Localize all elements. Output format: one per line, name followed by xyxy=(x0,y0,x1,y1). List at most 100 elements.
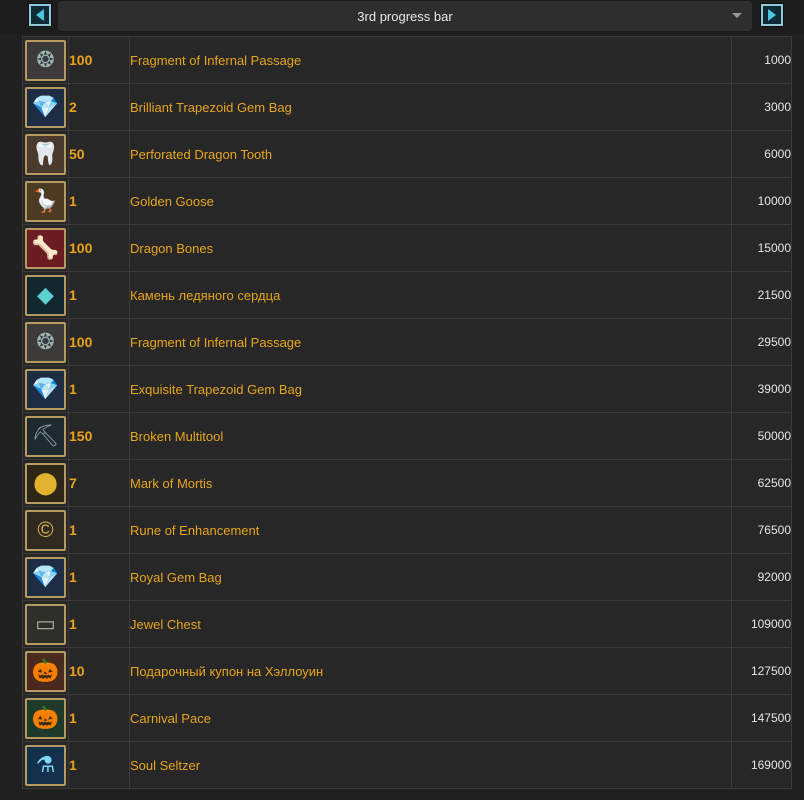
table-row: 💎 2 Brilliant Trapezoid Gem Bag 3000 xyxy=(22,83,792,131)
table-row: ◆ 1 Камень ледяного сердца 21500 xyxy=(22,271,792,319)
item-points: 92000 xyxy=(731,553,792,601)
carnival-pace-icon: 🎃 xyxy=(25,697,66,739)
item-icon-cell: ⚗ xyxy=(22,741,69,789)
item-quantity: 1 xyxy=(68,694,130,742)
soul-seltzer-icon: ⚗ xyxy=(25,744,66,786)
gem-bag-icon: 💎 xyxy=(25,86,66,128)
item-points: 21500 xyxy=(731,271,792,319)
item-points: 127500 xyxy=(731,647,792,695)
item-quantity: 50 xyxy=(68,130,130,178)
dragon-bones-icon: 🦴 xyxy=(25,227,66,269)
table-row: © 1 Rune of Enhancement 76500 xyxy=(22,506,792,554)
item-name: Камень ледяного сердца xyxy=(129,271,732,319)
item-points: 169000 xyxy=(731,741,792,789)
chevron-down-icon xyxy=(732,13,742,18)
multitool-icon: ⛏ xyxy=(25,415,66,457)
item-icon-cell: 💎 xyxy=(22,365,69,413)
item-icon-cell: 🦴 xyxy=(22,224,69,272)
item-icon-cell: ▭ xyxy=(22,600,69,648)
dragon-tooth-icon: 🦷 xyxy=(25,133,66,175)
item-name: Broken Multitool xyxy=(129,412,732,460)
table-row: ▭ 1 Jewel Chest 109000 xyxy=(22,600,792,648)
arrow-left-icon xyxy=(36,9,44,21)
item-icon-cell: © xyxy=(22,506,69,554)
item-icon-cell: ⛏ xyxy=(22,412,69,460)
item-points: 3000 xyxy=(731,83,792,131)
item-points: 39000 xyxy=(731,365,792,413)
item-quantity: 100 xyxy=(68,318,130,366)
item-points: 76500 xyxy=(731,506,792,554)
infernal-fragment-icon: ❂ xyxy=(25,39,66,81)
previous-arrow-button[interactable] xyxy=(29,4,51,26)
item-quantity: 1 xyxy=(68,553,130,601)
item-quantity: 1 xyxy=(68,177,130,225)
item-quantity: 1 xyxy=(68,271,130,319)
item-icon-cell: 💎 xyxy=(22,83,69,131)
item-name: Mark of Mortis xyxy=(129,459,732,507)
item-points: 1000 xyxy=(731,36,792,84)
item-quantity: 1 xyxy=(68,741,130,789)
item-quantity: 150 xyxy=(68,412,130,460)
item-points: 109000 xyxy=(731,600,792,648)
table-row: ⚗ 1 Soul Seltzer 169000 xyxy=(22,741,792,789)
item-points: 6000 xyxy=(731,130,792,178)
top-bar: 3rd progress bar xyxy=(0,0,804,34)
item-name: Perforated Dragon Tooth xyxy=(129,130,732,178)
table-row: ❂ 100 Fragment of Infernal Passage 29500 xyxy=(22,318,792,366)
item-points: 29500 xyxy=(731,318,792,366)
item-quantity: 1 xyxy=(68,600,130,648)
item-icon-cell: ⬤ xyxy=(22,459,69,507)
item-quantity: 7 xyxy=(68,459,130,507)
item-icon-cell: ❂ xyxy=(22,318,69,366)
item-icon-cell: 💎 xyxy=(22,553,69,601)
item-points: 15000 xyxy=(731,224,792,272)
item-name: Golden Goose xyxy=(129,177,732,225)
table-row: 🎃 1 Carnival Pace 147500 xyxy=(22,694,792,742)
table-row: ❂ 100 Fragment of Infernal Passage 1000 xyxy=(22,36,792,84)
table-row: 💎 1 Royal Gem Bag 92000 xyxy=(22,553,792,601)
mark-of-mortis-icon: ⬤ xyxy=(25,462,66,504)
item-name: Dragon Bones xyxy=(129,224,732,272)
table-row: 💎 1 Exquisite Trapezoid Gem Bag 39000 xyxy=(22,365,792,413)
item-name: Brilliant Trapezoid Gem Bag xyxy=(129,83,732,131)
ice-heart-stone-icon: ◆ xyxy=(25,274,66,316)
progress-bar-select[interactable]: 3rd progress bar xyxy=(58,1,752,31)
item-quantity: 100 xyxy=(68,36,130,84)
item-quantity: 1 xyxy=(68,506,130,554)
item-quantity: 1 xyxy=(68,365,130,413)
table-row: 🪿 1 Golden Goose 10000 xyxy=(22,177,792,225)
item-name: Carnival Pace xyxy=(129,694,732,742)
item-name: Soul Seltzer xyxy=(129,741,732,789)
item-quantity: 10 xyxy=(68,647,130,695)
jewel-chest-icon: ▭ xyxy=(25,603,66,645)
golden-goose-icon: 🪿 xyxy=(25,180,66,222)
rune-icon: © xyxy=(25,509,66,551)
item-name: Fragment of Infernal Passage xyxy=(129,36,732,84)
item-points: 10000 xyxy=(731,177,792,225)
item-name: Royal Gem Bag xyxy=(129,553,732,601)
item-name: Подарочный купон на Хэллоуин xyxy=(129,647,732,695)
item-points: 147500 xyxy=(731,694,792,742)
item-icon-cell: 🎃 xyxy=(22,694,69,742)
halloween-coupon-icon: 🎃 xyxy=(25,650,66,692)
table-row: 🎃 10 Подарочный купон на Хэллоуин 127500 xyxy=(22,647,792,695)
item-icon-cell: ❂ xyxy=(22,36,69,84)
item-name: Exquisite Trapezoid Gem Bag xyxy=(129,365,732,413)
item-icon-cell: 🦷 xyxy=(22,130,69,178)
item-name: Jewel Chest xyxy=(129,600,732,648)
item-quantity: 2 xyxy=(68,83,130,131)
item-icon-cell: 🪿 xyxy=(22,177,69,225)
item-points: 62500 xyxy=(731,459,792,507)
infernal-fragment-icon: ❂ xyxy=(25,321,66,363)
table-row: 🦴 100 Dragon Bones 15000 xyxy=(22,224,792,272)
table-row: ⬤ 7 Mark of Mortis 62500 xyxy=(22,459,792,507)
table-row: ⛏ 150 Broken Multitool 50000 xyxy=(22,412,792,460)
next-arrow-button[interactable] xyxy=(761,4,783,26)
item-name: Fragment of Infernal Passage xyxy=(129,318,732,366)
table-row: 🦷 50 Perforated Dragon Tooth 6000 xyxy=(22,130,792,178)
item-quantity: 100 xyxy=(68,224,130,272)
item-icon-cell: 🎃 xyxy=(22,647,69,695)
item-icon-cell: ◆ xyxy=(22,271,69,319)
item-name: Rune of Enhancement xyxy=(129,506,732,554)
arrow-right-icon xyxy=(768,9,776,21)
